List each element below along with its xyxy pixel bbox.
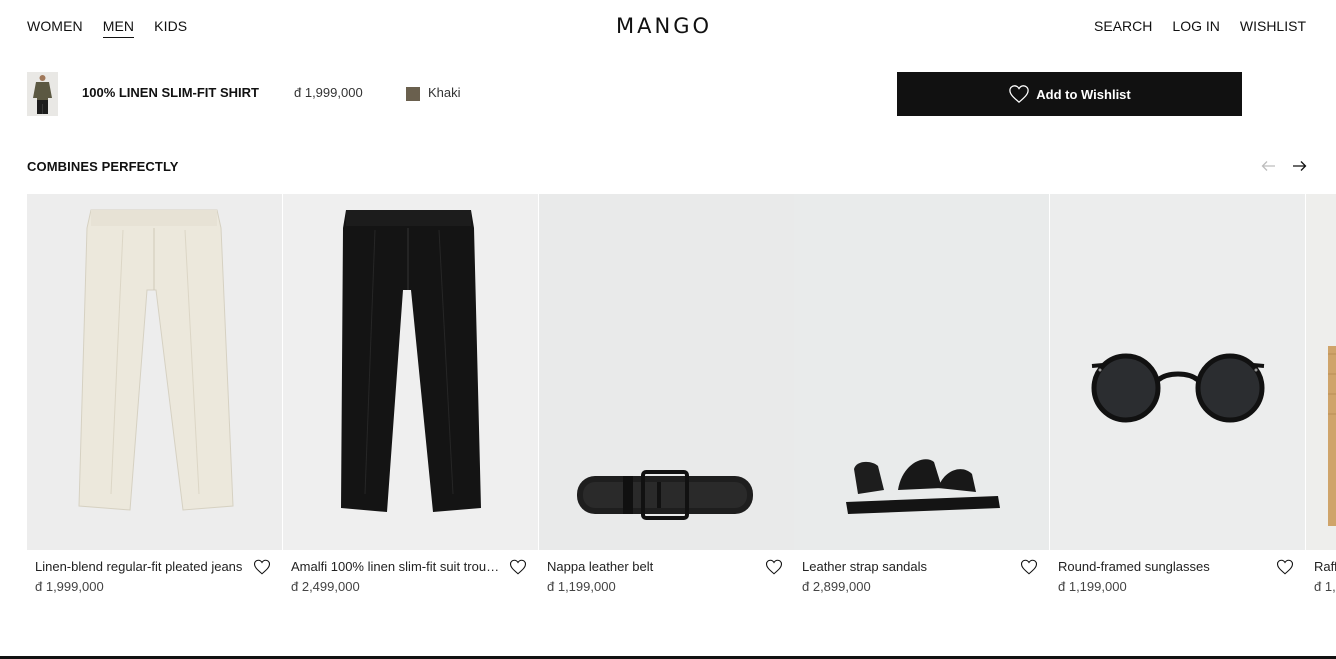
product-name: 100% LINEN SLIM-FIT SHIRT (82, 85, 259, 100)
product-title[interactable]: Round-framed sunglasses (1058, 559, 1270, 574)
product-image[interactable] (1306, 194, 1336, 550)
product-thumbnail[interactable] (27, 72, 58, 116)
product-image[interactable] (27, 194, 282, 550)
top-navigation: WOMEN MEN KIDS MANGO SEARCH LOG IN WISHL… (0, 0, 1336, 52)
login-link[interactable]: LOG IN (1172, 18, 1219, 34)
product-price: đ 1,199,000 (1058, 579, 1127, 594)
product-image[interactable] (794, 194, 1049, 550)
section-title: COMBINES PERFECTLY (27, 159, 179, 174)
carousel-controls (1260, 157, 1308, 175)
product-price: đ 1,199,000 (547, 579, 616, 594)
product-price: đ 2,899,000 (802, 579, 871, 594)
product-title[interactable]: Amalfi 100% linen slim-fit suit trousers (291, 559, 503, 574)
product-price: đ 1,999,000 (35, 579, 104, 594)
sticky-product-bar: 100% LINEN SLIM-FIT SHIRT đ 1,999,000 Kh… (27, 72, 1242, 116)
product-card[interactable]: Round-framed sunglasses đ 1,199,000 (1050, 194, 1306, 614)
heart-icon[interactable] (1276, 558, 1294, 576)
arrow-right-icon[interactable] (1290, 157, 1308, 175)
product-card[interactable]: Linen-blend regular-fit pleated jeans đ … (27, 194, 283, 614)
wishlist-button-label: Add to Wishlist (1036, 86, 1131, 102)
product-price: đ 1,9 (1314, 579, 1336, 594)
nav-kids[interactable]: KIDS (154, 18, 187, 38)
nav-women[interactable]: WOMEN (27, 18, 83, 38)
product-carousel: Linen-blend regular-fit pleated jeans đ … (27, 194, 1336, 614)
color-label: Khaki (428, 85, 461, 100)
product-title[interactable]: Nappa leather belt (547, 559, 759, 574)
product-card[interactable]: Nappa leather belt đ 1,199,000 (539, 194, 795, 614)
product-card[interactable]: Amalfi 100% linen slim-fit suit trousers… (283, 194, 539, 614)
heart-icon[interactable] (765, 558, 783, 576)
heart-icon[interactable] (509, 558, 527, 576)
product-image[interactable] (539, 194, 794, 550)
wishlist-link[interactable]: WISHLIST (1240, 18, 1306, 34)
arrow-left-icon[interactable] (1260, 157, 1278, 175)
product-title[interactable]: Linen-blend regular-fit pleated jeans (35, 559, 247, 574)
nav-men[interactable]: MEN (102, 18, 135, 38)
color-swatch (406, 87, 420, 101)
search-link[interactable]: SEARCH (1094, 18, 1152, 34)
product-price: đ 1,999,000 (294, 85, 363, 100)
product-title[interactable]: Raff (1314, 559, 1336, 574)
product-title[interactable]: Leather strap sandals (802, 559, 1014, 574)
product-price: đ 2,499,000 (291, 579, 360, 594)
heart-icon[interactable] (1020, 558, 1038, 576)
heart-icon[interactable] (253, 558, 271, 576)
product-image[interactable] (1050, 194, 1305, 550)
product-card[interactable]: Raff đ 1,9 (1306, 194, 1336, 614)
account-nav: SEARCH LOG IN WISHLIST (1094, 18, 1306, 34)
brand-logo[interactable]: MANGO (616, 14, 712, 38)
product-image[interactable] (283, 194, 538, 550)
product-card[interactable]: Leather strap sandals đ 2,899,000 (794, 194, 1050, 614)
heart-icon (1009, 85, 1029, 104)
gender-nav: WOMEN MEN KIDS (27, 18, 187, 38)
add-to-wishlist-button[interactable]: Add to Wishlist (897, 72, 1242, 116)
